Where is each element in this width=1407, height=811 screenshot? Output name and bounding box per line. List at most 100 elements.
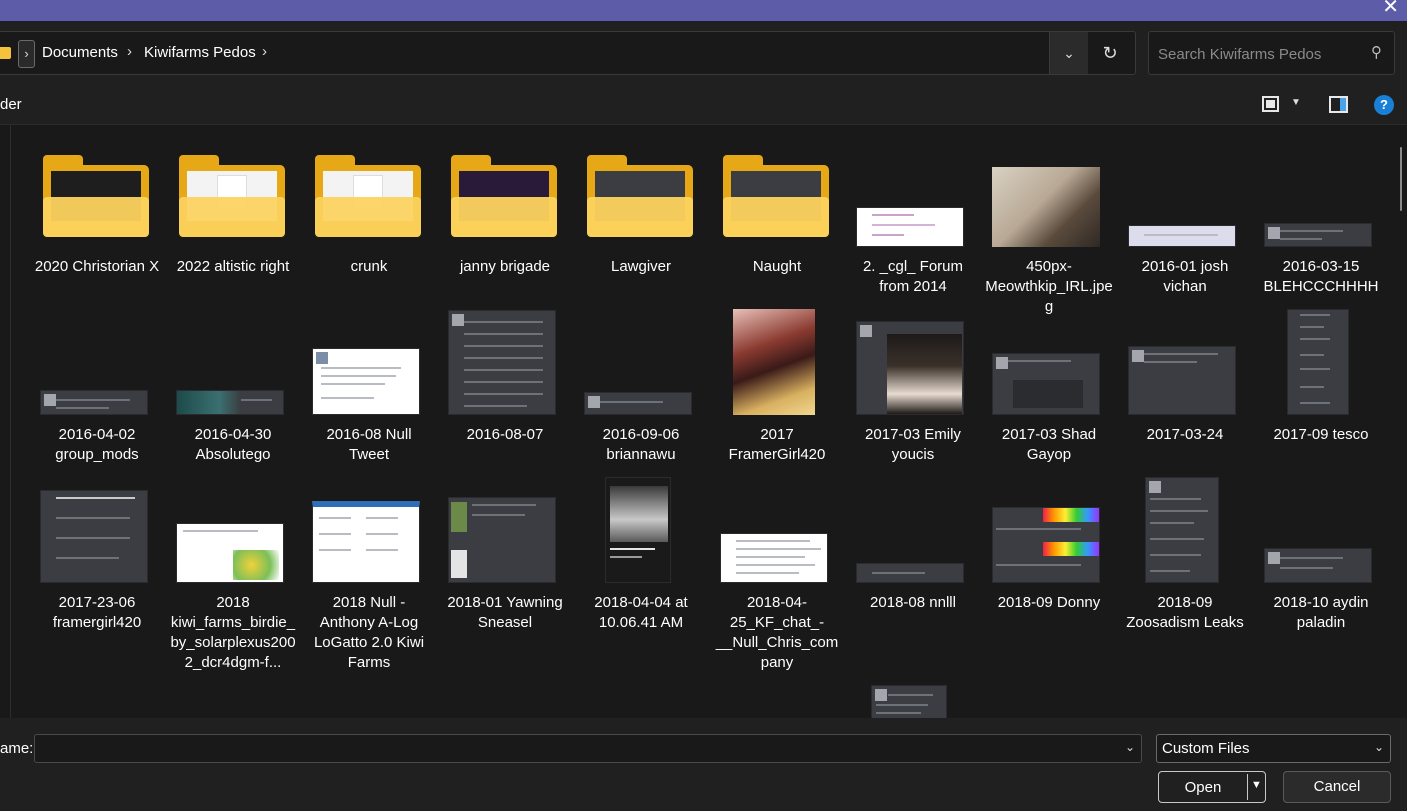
file-name: 2. _cgl_ Forum from 2014 bbox=[862, 258, 964, 295]
image-thumbnail bbox=[853, 685, 973, 718]
command-bar: der ▼ ? bbox=[0, 85, 1407, 125]
file-name: 2018 kiwi_farms_birdie_by_solarplexus200… bbox=[170, 594, 296, 671]
file-name: 2016-03-15 BLEHCCCHHHH bbox=[1263, 258, 1379, 295]
search-icon[interactable]: ⚲ bbox=[1371, 43, 1382, 61]
filename-input[interactable] bbox=[41, 739, 1111, 759]
chevron-down-icon: ⌄ bbox=[1373, 740, 1384, 754]
dialog-footer: ame: ⌄ Custom Files ⌄ Open ▼ Cancel bbox=[0, 718, 1407, 811]
image-thumbnail bbox=[717, 477, 837, 587]
image-thumbnail bbox=[717, 309, 837, 419]
folder-icon bbox=[173, 141, 293, 251]
file-list: 2020 Christorian X 2022 altistic right c… bbox=[0, 125, 1407, 718]
image-thumbnail bbox=[1125, 309, 1245, 419]
file-name: 2017-03 Emily youcis bbox=[865, 426, 961, 463]
new-folder-button[interactable]: der bbox=[0, 96, 22, 113]
folder-icon bbox=[0, 47, 11, 59]
image-thumbnail bbox=[1261, 141, 1381, 251]
image-thumbnail bbox=[37, 477, 157, 587]
open-options-chevron-icon[interactable]: ▼ bbox=[1251, 779, 1262, 791]
file-name: 2018-09 Zoosadism Leaks bbox=[1126, 594, 1244, 631]
nav-pane-divider bbox=[10, 125, 11, 718]
file-name: 2017 FramerGirl420 bbox=[728, 426, 826, 463]
image-thumbnail bbox=[445, 309, 565, 419]
image-thumbnail bbox=[37, 309, 157, 419]
image-thumbnail bbox=[581, 477, 701, 587]
address-bar[interactable]: › Documents › Kiwifarms Pedos › ⌄ ↻ bbox=[0, 31, 1136, 75]
file-name: 2022 altistic right bbox=[176, 258, 290, 275]
chevron-down-icon[interactable]: ▼ bbox=[1291, 97, 1301, 108]
file-name: 2016-08 Null Tweet bbox=[326, 426, 412, 463]
file-name: 2018-10 aydin paladin bbox=[1273, 594, 1369, 631]
refresh-button[interactable]: ↻ bbox=[1088, 32, 1132, 74]
file-name: janny brigade bbox=[459, 258, 551, 275]
file-name: 2016-01 josh vichan bbox=[1141, 258, 1229, 295]
breadcrumb-expand-button[interactable]: › bbox=[18, 40, 35, 68]
image-thumbnail bbox=[853, 141, 973, 251]
vertical-scrollbar[interactable] bbox=[1400, 147, 1402, 211]
file-name: 450px-Meowthkip_IRL.jpeg bbox=[985, 258, 1113, 315]
divider bbox=[1247, 774, 1248, 800]
chevron-right-icon[interactable]: › bbox=[127, 43, 132, 60]
filename-combobox[interactable]: ⌄ bbox=[34, 734, 1142, 763]
image-thumbnail bbox=[989, 477, 1109, 587]
image-thumbnail bbox=[309, 309, 429, 419]
search-input[interactable] bbox=[1158, 44, 1358, 64]
window-title-bar: ✕ bbox=[0, 0, 1407, 21]
chevron-down-icon[interactable]: ⌄ bbox=[1125, 740, 1135, 754]
view-mode-icon[interactable] bbox=[1262, 96, 1279, 112]
image-thumbnail bbox=[445, 477, 565, 587]
folder-icon bbox=[581, 141, 701, 251]
file-name: 2018 Null - Anthony A-Log LoGatto 2.0 Ki… bbox=[313, 594, 425, 671]
file-name: Lawgiver bbox=[610, 258, 672, 275]
image-thumbnail bbox=[581, 309, 701, 419]
image-thumbnail bbox=[853, 309, 973, 419]
image-thumbnail bbox=[989, 141, 1109, 251]
cancel-button[interactable]: Cancel bbox=[1283, 771, 1391, 803]
file-name: 2018-08 nnlll bbox=[870, 594, 956, 611]
preview-pane-icon[interactable] bbox=[1329, 96, 1348, 113]
image-thumbnail bbox=[309, 477, 429, 587]
file-name: Naught bbox=[752, 258, 802, 275]
folder-icon bbox=[37, 141, 157, 251]
file-name: 2018-04-25_KF_chat_-__Null_Chris_company bbox=[715, 594, 839, 671]
recent-locations-dropdown[interactable]: ⌄ bbox=[1050, 32, 1088, 74]
folder-icon bbox=[717, 141, 837, 251]
help-icon[interactable]: ? bbox=[1374, 95, 1394, 115]
image-thumbnail bbox=[173, 477, 293, 587]
file-name: 2018-04-04 at 10.06.41 AM bbox=[594, 594, 688, 631]
file-name: 2016-08-07 bbox=[466, 426, 544, 443]
image-thumbnail bbox=[853, 477, 973, 587]
refresh-icon: ↻ bbox=[1102, 43, 1118, 63]
open-label: Open bbox=[1184, 779, 1222, 796]
file-name: 2017-03 Shad Gayop bbox=[1001, 426, 1097, 463]
folder-icon bbox=[309, 141, 429, 251]
close-icon[interactable]: ✕ bbox=[1382, 0, 1399, 17]
navigation-bar: › Documents › Kiwifarms Pedos › ⌄ ↻ ⚲ bbox=[0, 21, 1407, 85]
image-thumbnail bbox=[1261, 477, 1381, 587]
open-button[interactable]: Open ▼ bbox=[1158, 771, 1266, 803]
image-thumbnail bbox=[1125, 477, 1245, 587]
file-name: 2017-03-24 bbox=[1146, 426, 1224, 443]
file-name: 2016-04-30 Absolutego bbox=[194, 426, 272, 463]
image-thumbnail bbox=[989, 309, 1109, 419]
breadcrumb-documents[interactable]: Documents bbox=[42, 44, 118, 61]
search-box[interactable]: ⚲ bbox=[1148, 31, 1395, 75]
filename-label: ame: bbox=[0, 740, 34, 757]
folder-icon bbox=[445, 141, 565, 251]
file-name: 2017-09 tesco bbox=[1273, 426, 1369, 443]
file-name: 2018-01 Yawning Sneasel bbox=[447, 594, 563, 631]
image-thumbnail bbox=[173, 309, 293, 419]
file-name: 2018-09 Donny bbox=[997, 594, 1101, 611]
breadcrumb-kiwifarms-pedos[interactable]: Kiwifarms Pedos bbox=[144, 44, 256, 61]
filetype-select[interactable]: Custom Files ⌄ bbox=[1156, 734, 1391, 763]
file-name: 2020 Christorian X bbox=[34, 258, 160, 275]
image-thumbnail bbox=[1261, 309, 1381, 419]
file-name: 2016-09-06 briannawu bbox=[602, 426, 680, 463]
file-name: 2017-23-06 framergirl420 bbox=[52, 594, 142, 631]
file-name: 2016-04-02 group_mods bbox=[55, 426, 139, 463]
chevron-down-icon: ⌄ bbox=[1063, 45, 1075, 61]
file-name: crunk bbox=[350, 258, 388, 275]
image-thumbnail bbox=[1125, 141, 1245, 251]
chevron-right-icon[interactable]: › bbox=[262, 43, 267, 60]
filetype-value: Custom Files bbox=[1162, 740, 1250, 757]
